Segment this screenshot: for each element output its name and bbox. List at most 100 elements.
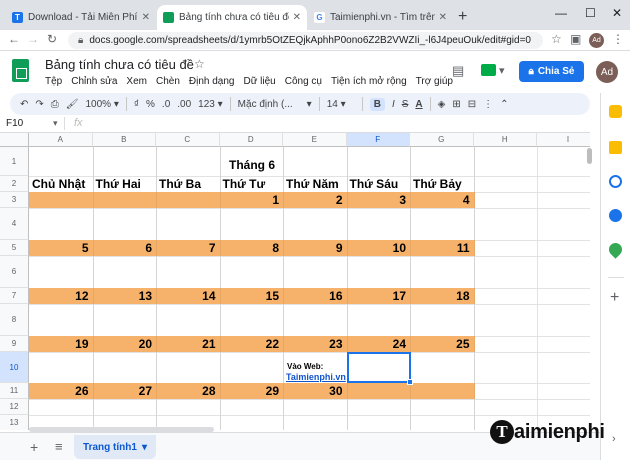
web-label[interactable]: Vào Web:	[287, 362, 323, 371]
website-link[interactable]: Taimienphi.vn	[286, 372, 346, 382]
row-header-5[interactable]: 5	[0, 240, 29, 256]
browser-profile-avatar[interactable]: Ad	[589, 33, 604, 48]
date-cell[interactable]: 22	[219, 337, 279, 351]
fill-handle[interactable]	[407, 379, 413, 385]
merge-cells-icon[interactable]: ⊟	[468, 99, 476, 110]
row-header-6[interactable]: 6	[0, 256, 29, 288]
column-header-G[interactable]: G	[410, 133, 474, 147]
date-cell[interactable]: 17	[346, 289, 406, 303]
close-icon[interactable]: ✕	[142, 12, 150, 23]
column-header-I[interactable]: I	[537, 133, 590, 147]
redo-icon[interactable]: ↷	[35, 99, 43, 110]
date-cell[interactable]: 15	[219, 289, 279, 303]
menu-format[interactable]: Định dạng	[189, 76, 235, 87]
date-cell[interactable]: 9	[283, 241, 343, 255]
comment-history-icon[interactable]: ▤	[452, 63, 464, 79]
font-size-select[interactable]: 14 ▾	[327, 99, 355, 110]
window-close-icon[interactable]: ✕	[612, 6, 622, 20]
row-header-9[interactable]: 9	[0, 336, 29, 352]
meet-button[interactable]: ▾	[481, 61, 511, 79]
date-cell[interactable]: 12	[29, 289, 88, 303]
date-cell[interactable]: 16	[283, 289, 342, 303]
document-title[interactable]: Bảng tính chưa có tiêu đề	[45, 57, 194, 72]
date-cell[interactable]: 24	[346, 337, 406, 351]
strikethrough-button[interactable]: S	[402, 99, 409, 110]
date-cell[interactable]: 6	[92, 241, 152, 255]
sheets-logo-icon[interactable]	[12, 59, 29, 82]
maps-app-icon[interactable]	[606, 240, 625, 259]
fill-color-icon[interactable]: ◈	[438, 99, 446, 110]
date-cell[interactable]: 3	[346, 193, 406, 207]
row-header-8[interactable]: 8	[0, 304, 29, 336]
zoom-select[interactable]: 100% ▾	[85, 99, 118, 110]
menu-data[interactable]: Dữ liệu	[243, 76, 275, 87]
all-sheets-icon[interactable]: ≡	[55, 439, 63, 454]
side-panel-icon[interactable]: ▣	[570, 32, 581, 46]
menu-extensions[interactable]: Tiện ích mở rộng	[331, 76, 407, 87]
row-header-7[interactable]: 7	[0, 288, 29, 304]
collapse-toolbar-icon[interactable]: ⌃	[500, 99, 508, 110]
date-cell[interactable]: 7	[156, 241, 216, 255]
date-cell[interactable]: 20	[92, 337, 152, 351]
percent-button[interactable]: %	[146, 99, 155, 110]
date-cell[interactable]: 21	[156, 337, 215, 351]
row-header-11[interactable]: 11	[0, 383, 29, 399]
forward-icon[interactable]: →	[27, 32, 39, 46]
get-addons-icon[interactable]: +	[610, 289, 619, 307]
contacts-app-icon[interactable]	[609, 209, 622, 222]
menu-view[interactable]: Xem	[126, 76, 147, 87]
date-cell[interactable]: 29	[219, 384, 279, 398]
column-header-B[interactable]: B	[92, 133, 156, 147]
maximize-icon[interactable]: ☐	[585, 6, 596, 20]
column-header-D[interactable]: D	[219, 133, 283, 147]
row-header-12[interactable]: 12	[0, 399, 29, 415]
menu-edit[interactable]: Chỉnh sửa	[71, 76, 117, 87]
date-cell[interactable]: 23	[283, 337, 342, 351]
font-select[interactable]: Mặc định (...	[238, 99, 300, 110]
number-format-select[interactable]: 123 ▾	[198, 99, 223, 110]
menu-file[interactable]: Tệp	[45, 76, 62, 87]
selected-cell-F10[interactable]	[347, 352, 411, 383]
currency-button[interactable]: ₫	[134, 99, 139, 110]
menu-insert[interactable]: Chèn	[156, 76, 180, 87]
calendar-title[interactable]: Tháng 6	[220, 158, 284, 172]
back-icon[interactable]: ←	[8, 32, 20, 46]
date-cell[interactable]: 1	[219, 193, 279, 207]
date-cell[interactable]: 14	[156, 289, 215, 303]
browser-tab-sheets[interactable]: Bảng tính chưa có tiêu đề - Goog ✕	[157, 5, 307, 30]
date-cell[interactable]: 13	[92, 289, 152, 303]
date-cell[interactable]: 19	[29, 337, 88, 351]
borders-icon[interactable]: ⊞	[452, 99, 460, 110]
date-cell[interactable]: 11	[410, 241, 470, 255]
day-header[interactable]: Thứ Bảy	[413, 177, 462, 191]
italic-button[interactable]: I	[392, 99, 395, 110]
scroll-thumb[interactable]	[587, 148, 592, 164]
new-tab-icon[interactable]: +	[458, 8, 467, 26]
bookmark-star-icon[interactable]: ☆	[551, 32, 562, 46]
vertical-scrollbar[interactable]	[587, 146, 593, 430]
date-cell[interactable]: 2	[283, 193, 343, 207]
reload-icon[interactable]: ↻	[47, 32, 57, 46]
keep-app-icon[interactable]	[609, 141, 622, 154]
expand-panel-icon[interactable]: ›	[612, 433, 616, 445]
column-header-H[interactable]: H	[473, 133, 537, 147]
date-cell[interactable]: 8	[219, 241, 279, 255]
undo-icon[interactable]: ↶	[20, 99, 28, 110]
row-header-10[interactable]: 10	[0, 352, 29, 383]
decrease-decimal-button[interactable]: .0	[162, 99, 170, 110]
date-cell[interactable]: 10	[346, 241, 406, 255]
row-header-2[interactable]: 2	[0, 176, 29, 192]
browser-tab-google[interactable]: G Taimienphi.vn - Tìm trên Google ✕	[308, 5, 453, 30]
day-header[interactable]: Thứ Sáu	[350, 177, 399, 191]
bold-button[interactable]: B	[369, 97, 385, 111]
url-field[interactable]: 🔒︎ docs.google.com/spreadsheets/d/1ymrb5…	[68, 32, 543, 49]
menu-help[interactable]: Trợ giúp	[416, 76, 453, 87]
day-header[interactable]: Thứ Năm	[286, 177, 339, 191]
column-header-F[interactable]: F	[346, 133, 410, 147]
tasks-app-icon[interactable]	[609, 175, 622, 188]
more-options-icon[interactable]: ⋮	[483, 99, 493, 110]
column-header-E[interactable]: E	[283, 133, 347, 147]
row-header-1[interactable]: 1	[0, 147, 29, 176]
sheet-tab-1[interactable]: Trang tính1 ▾	[74, 435, 156, 459]
column-header-C[interactable]: C	[156, 133, 220, 147]
